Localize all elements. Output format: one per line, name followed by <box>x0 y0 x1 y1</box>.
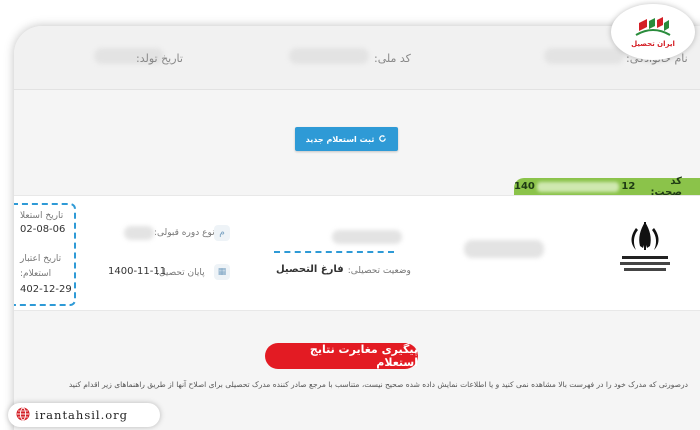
irantahsil-logo: ایران تحصیل <box>611 4 695 60</box>
logo-text: ایران تحصیل <box>631 39 675 48</box>
calendar-icon: ▦ <box>214 264 230 280</box>
ministry-emblem <box>610 218 680 278</box>
status-value: فارغ التحصیل <box>276 264 344 275</box>
university-name-redacted <box>464 240 544 258</box>
follow-up-discrepancy-button[interactable]: پیگیری مغایرت نتایج استعلام <box>265 343 418 369</box>
verification-code-tab: کد صحت: 12 140 <box>514 176 700 198</box>
course-type-value-redacted <box>124 226 154 240</box>
validity-label-line2: استعلام: <box>20 269 52 279</box>
graduation-date: 1400-11-11 <box>108 266 167 277</box>
issue-date-value: 02-08-06 <box>20 224 66 235</box>
new-inquiry-label: ثبت استعلام جدید <box>305 134 375 144</box>
verification-code-mid: 12 <box>621 181 636 192</box>
personal-info-bar: تاریخ تولد: کد ملی: نام خانوادگی: <box>14 26 700 90</box>
follow-up-label: پیگیری مغایرت نتایج استعلام <box>309 343 418 369</box>
national-code-label: کد ملی: <box>374 52 411 65</box>
open-book-logo-icon <box>635 16 671 36</box>
refresh-icon <box>378 134 387 145</box>
iran-emblem-icon <box>620 222 670 271</box>
validity-label-line1: تاریخ اعتبار <box>20 254 62 264</box>
field-of-study-redacted <box>332 230 402 244</box>
website-url: irantahsil.org <box>35 408 129 422</box>
inquiry-panel: تاریخ تولد: کد ملی: نام خانوادگی: ثبت اس… <box>14 26 700 430</box>
status-label: وضعیت تحصیلی: <box>347 266 411 276</box>
birth-date-label: تاریخ تولد: <box>136 52 183 65</box>
verification-code-start: 140 <box>514 181 535 192</box>
new-inquiry-button[interactable]: ثبت استعلام جدید <box>295 127 398 151</box>
name-value-redacted <box>544 48 624 64</box>
course-type-label: نوع دوره قبولی: <box>154 228 215 238</box>
course-type-icon: م <box>214 225 230 241</box>
degree-record-card: وضعیت تحصیلی: فارغ التحصیل م نوع دوره قب… <box>14 195 700 311</box>
verification-code-redacted <box>536 181 620 192</box>
dashed-highlight-line <box>274 251 394 253</box>
correction-instructions-text: درصورتی که مدرک خود را در فهرست بالا مشا… <box>68 380 688 389</box>
globe-icon <box>16 406 30 425</box>
website-badge[interactable]: irantahsil.org <box>8 403 160 427</box>
validity-date: 402-12-29 <box>20 284 72 295</box>
national-code-value-redacted <box>289 48 369 64</box>
issue-date-label: تاریخ استعلا <box>20 211 64 221</box>
